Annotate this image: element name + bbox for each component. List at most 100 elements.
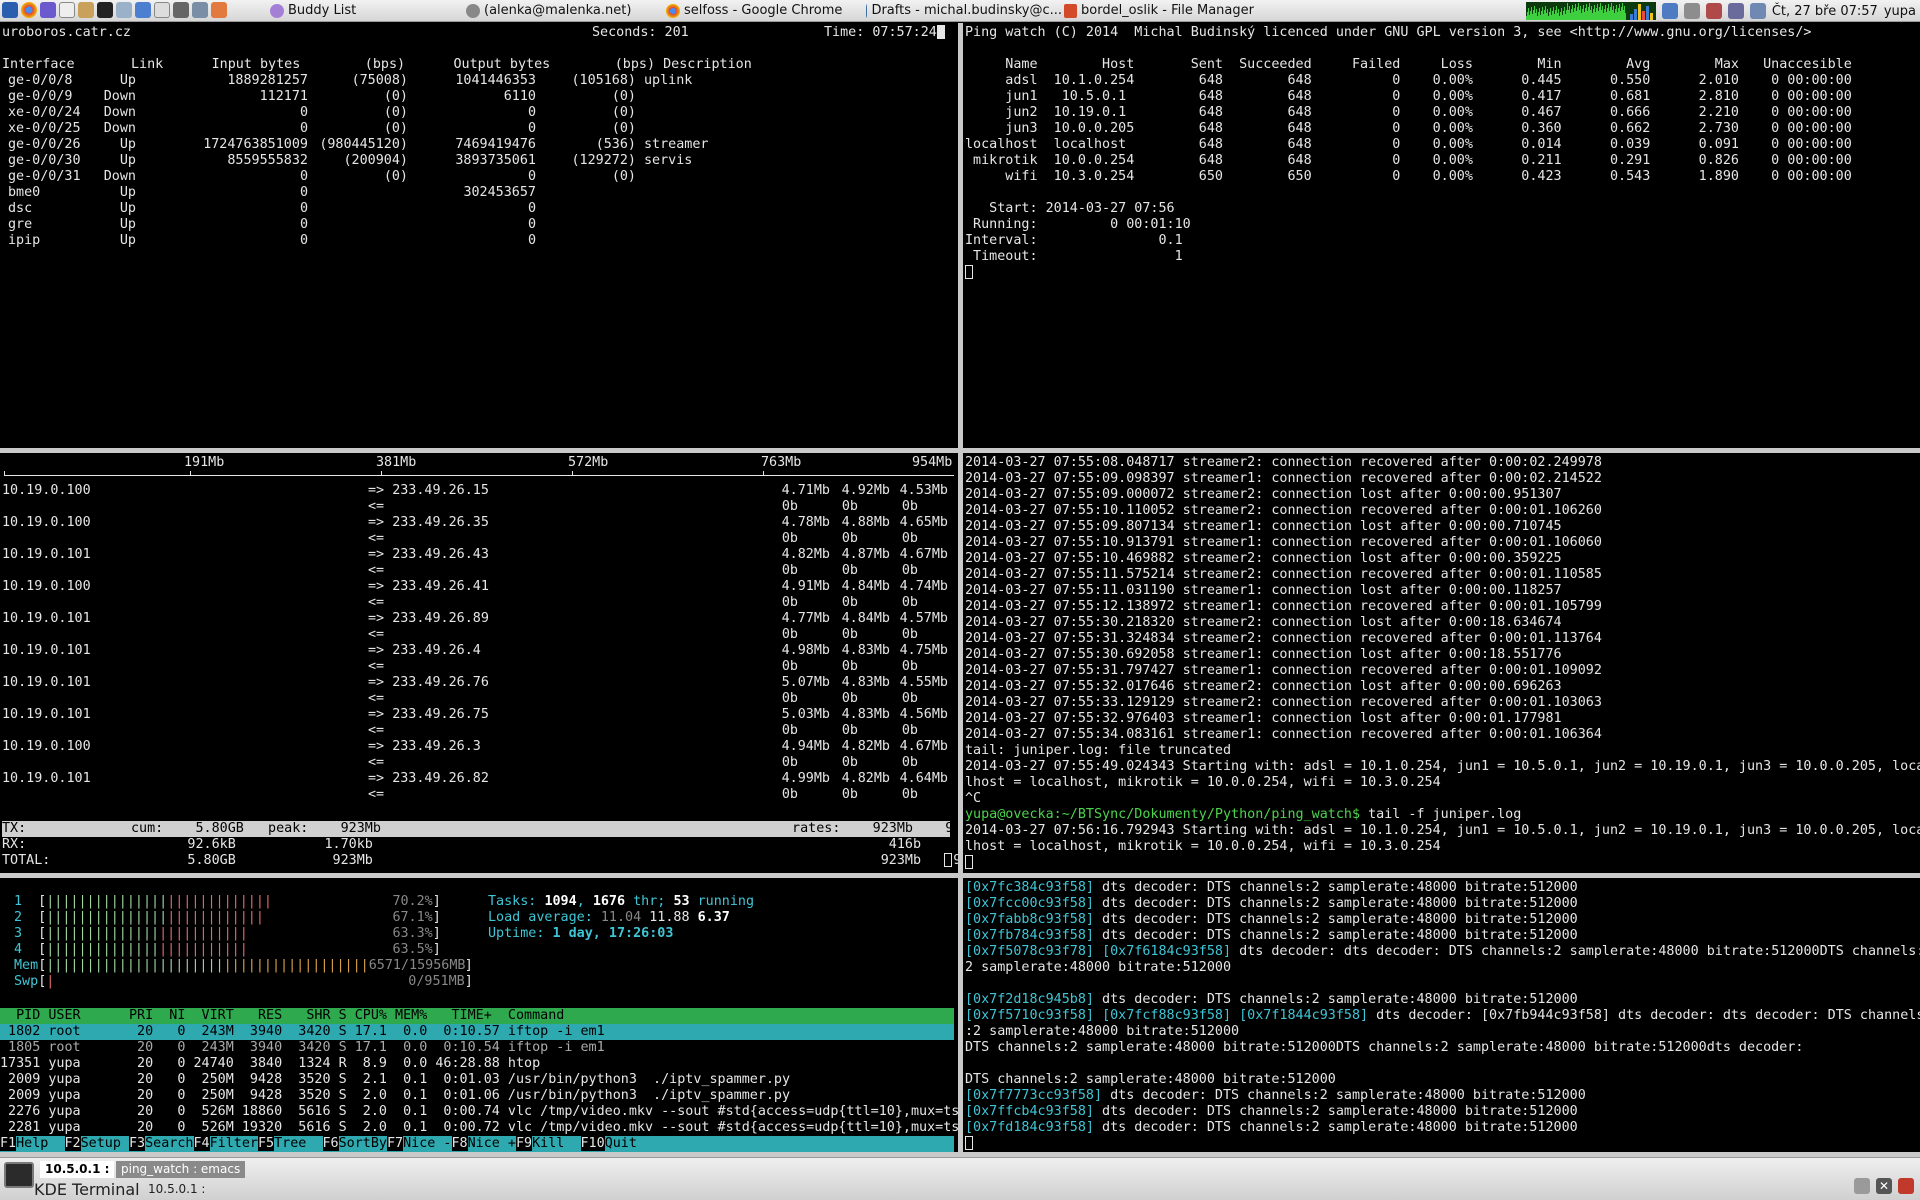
iface-row: ge-0/0/8 Up 1889281257 (75008) 1041446353 (10…: [2, 73, 726, 89]
flow-arrow-in: <=: [368, 531, 385, 546]
log-pane[interactable]: 2014-03-27 07:55:08.048717 streamer2: co…: [963, 453, 1920, 873]
iftop-pane[interactable]: 191Mb 381Mb 572Mb 763Mb 954Mb 10.19.0.10…: [0, 453, 958, 873]
fkey-label[interactable]: Help: [16, 1136, 65, 1151]
flow-rate-2s: 4.94Mb: [781, 739, 830, 754]
fkey-label[interactable]: Search: [145, 1136, 194, 1151]
process-row[interactable]: 2009 yupa 20 0 250M 9428 3520 S 2.0 0.1 …: [0, 1088, 954, 1104]
dts-line: DTS channels:2 samplerate:48000 bitrate:…: [965, 1072, 1920, 1088]
fkey-f9[interactable]: F9: [516, 1136, 533, 1151]
device-tray-icon[interactable]: [1749, 3, 1766, 19]
process-table-header[interactable]: PID USER PRI NI VIRT RES SHR S CPU% MEM%…: [0, 1008, 954, 1024]
iface-row: xe-0/0/25 Down 0 (0) 0 (0): [2, 121, 726, 137]
fkey-f2[interactable]: F2: [64, 1136, 81, 1151]
fkey-label[interactable]: Tree: [274, 1136, 323, 1151]
process-row[interactable]: 2009 yupa 20 0 250M 9428 3520 S 2.1 0.1 …: [0, 1072, 954, 1088]
calculator-icon[interactable]: [154, 2, 170, 18]
fkey-f10[interactable]: F10: [580, 1136, 605, 1151]
flow-in-rate-2s: 0b: [781, 531, 798, 546]
notifications-icon[interactable]: [1705, 3, 1722, 19]
window-icon[interactable]: [135, 2, 151, 18]
tab-session-1[interactable]: 10.5.0.1 :: [40, 1161, 115, 1178]
messenger-tray-icon[interactable]: [1727, 3, 1744, 19]
flow-in-rate-40s: 0b: [901, 531, 918, 546]
interface-stats-pane[interactable]: uroboros.catr.cz Seconds: 201 Time: 07:5…: [0, 23, 958, 448]
task-chat-alenka[interactable]: (alenka@malenka.net): [466, 2, 656, 20]
dts-message: dts decoder: [0x7fb944c93f58] dts decode…: [1368, 1008, 1920, 1023]
network-icon[interactable]: [116, 2, 132, 18]
fkey-f4[interactable]: F4: [193, 1136, 210, 1151]
iftop-scale: 191Mb 381Mb 572Mb 763Mb 954Mb: [0, 453, 958, 481]
iface-out-bps: (0): [611, 121, 636, 136]
ping-watch-pane[interactable]: Ping watch (C) 2014 Michal Budinský lice…: [963, 23, 1920, 448]
fkey-label[interactable]: Filter: [209, 1136, 258, 1151]
flow-in-rate-40s: 0b: [901, 723, 918, 738]
iface-in-bytes: 0: [299, 121, 308, 136]
fkey-f1[interactable]: F1: [0, 1136, 17, 1151]
home-folder-icon[interactable]: [211, 2, 227, 18]
flow-rate-2s: 4.78Mb: [781, 515, 830, 530]
user-name[interactable]: yupa: [1884, 4, 1916, 19]
fkey-f5[interactable]: F5: [258, 1136, 275, 1151]
close-icon[interactable]: ✕: [1876, 1178, 1892, 1194]
log-cursor: [965, 855, 973, 871]
iface-out-bps: [536, 233, 636, 249]
flow-rate-10s: 4.88Mb: [841, 515, 890, 530]
log-line: tail: juniper.log: file truncated: [965, 743, 1232, 758]
lock-icon[interactable]: [1898, 1178, 1914, 1194]
cpu-bar: |||||||||||||||||||||||||: [46, 926, 248, 941]
flow-rate-10s: 4.82Mb: [841, 739, 890, 754]
iface-out-bytes: 0: [527, 169, 536, 184]
network-tray-icon[interactable]: [1683, 3, 1700, 19]
iface-link: Up: [119, 233, 136, 248]
fkey-label[interactable]: Nice -: [403, 1136, 452, 1151]
task-file-manager[interactable]: bordel_oslik - File Manager: [1064, 2, 1254, 20]
flow-src: 10.19.0.100: [2, 483, 91, 498]
iface-link: Up: [119, 201, 136, 216]
process-row[interactable]: 1802 root 20 0 243M 3940 3420 S 17.1 0.0…: [0, 1024, 954, 1040]
fkey-f3[interactable]: F3: [129, 1136, 146, 1151]
iface-in-bps: (0): [383, 105, 408, 120]
image-editor-icon[interactable]: [78, 2, 94, 18]
tab-session-2[interactable]: ping_watch : emacs: [116, 1161, 246, 1178]
process-list[interactable]: 1802 root 20 0 243M 3940 3420 S 17.1 0.0…: [0, 1024, 958, 1136]
fkey-label[interactable]: Nice +: [467, 1136, 516, 1151]
dts-line: [0x7f5710c93f58] [0x7fcf88c93f58] [0x7f1…: [965, 1008, 1920, 1024]
log-line: 2014-03-27 07:55:11.031190 streamer1: co…: [965, 583, 1562, 598]
bluetooth-icon[interactable]: [1661, 3, 1678, 19]
flow-rate-40s: 4.53Mb: [899, 483, 948, 498]
fkey-label[interactable]: Kill: [532, 1136, 581, 1151]
fkey-f7[interactable]: F7: [387, 1136, 404, 1151]
htop-pane[interactable]: 1 [|||||||||||||||||||||||||||| 70.2%] 2 …: [0, 878, 958, 1152]
pidgin-icon[interactable]: [40, 2, 56, 18]
fkey-f8[interactable]: F8: [451, 1136, 468, 1151]
text-editor-icon[interactable]: [59, 2, 75, 18]
iface-in-bps: (75008): [351, 73, 408, 88]
kde-menu-icon[interactable]: [2, 2, 18, 18]
fkey-f6[interactable]: F6: [322, 1136, 339, 1151]
clock[interactable]: Čt, 27 bře 07:57: [1772, 4, 1878, 19]
process-row[interactable]: 17351 yupa 20 0 24740 3840 1324 R 8.9 0.…: [0, 1056, 954, 1072]
flow-rate-40s: 4.56Mb: [899, 707, 948, 722]
process-row[interactable]: 1805 root 20 0 243M 3940 3420 S 17.1 0.0…: [0, 1040, 954, 1056]
scale-tick-1: [190, 471, 191, 476]
system-monitor-icon[interactable]: [173, 2, 189, 18]
fkey-label[interactable]: SortBy: [338, 1136, 387, 1151]
terminal-app-icon[interactable]: [4, 1162, 34, 1188]
flow-in-rate-2s: 0b: [781, 659, 798, 674]
terminal-icon[interactable]: [97, 2, 113, 18]
task-drafts-mail[interactable]: Drafts - michal.budinsky@c...: [866, 2, 1062, 20]
tool-icon[interactable]: [192, 2, 208, 18]
ping-row: jun3 10.0.0.205 648 648 0 0.00% 0.360 0.…: [965, 121, 1852, 136]
flow-in-rate-2s: 0b: [781, 787, 798, 802]
fkey-label[interactable]: Quit: [604, 1136, 654, 1151]
dts-output-pane[interactable]: [0x7fc384c93f58] dts decoder: DTS channe…: [963, 878, 1920, 1152]
process-row[interactable]: 2281 yupa 20 0 526M 19320 5616 S 2.0 0.1…: [0, 1120, 958, 1136]
task-buddy-list[interactable]: Buddy List: [270, 2, 450, 20]
process-row[interactable]: 2276 yupa 20 0 526M 18860 5616 S 2.0 0.1…: [0, 1104, 958, 1120]
flow-in-rate-10s: 0b: [841, 787, 858, 802]
chrome-icon[interactable]: [21, 2, 37, 18]
fkey-label[interactable]: Setup: [80, 1136, 129, 1151]
settings-icon[interactable]: [1854, 1178, 1870, 1194]
cpu-percent: 70.2%: [392, 894, 433, 909]
task-chrome[interactable]: selfoss - Google Chrome: [666, 2, 856, 20]
